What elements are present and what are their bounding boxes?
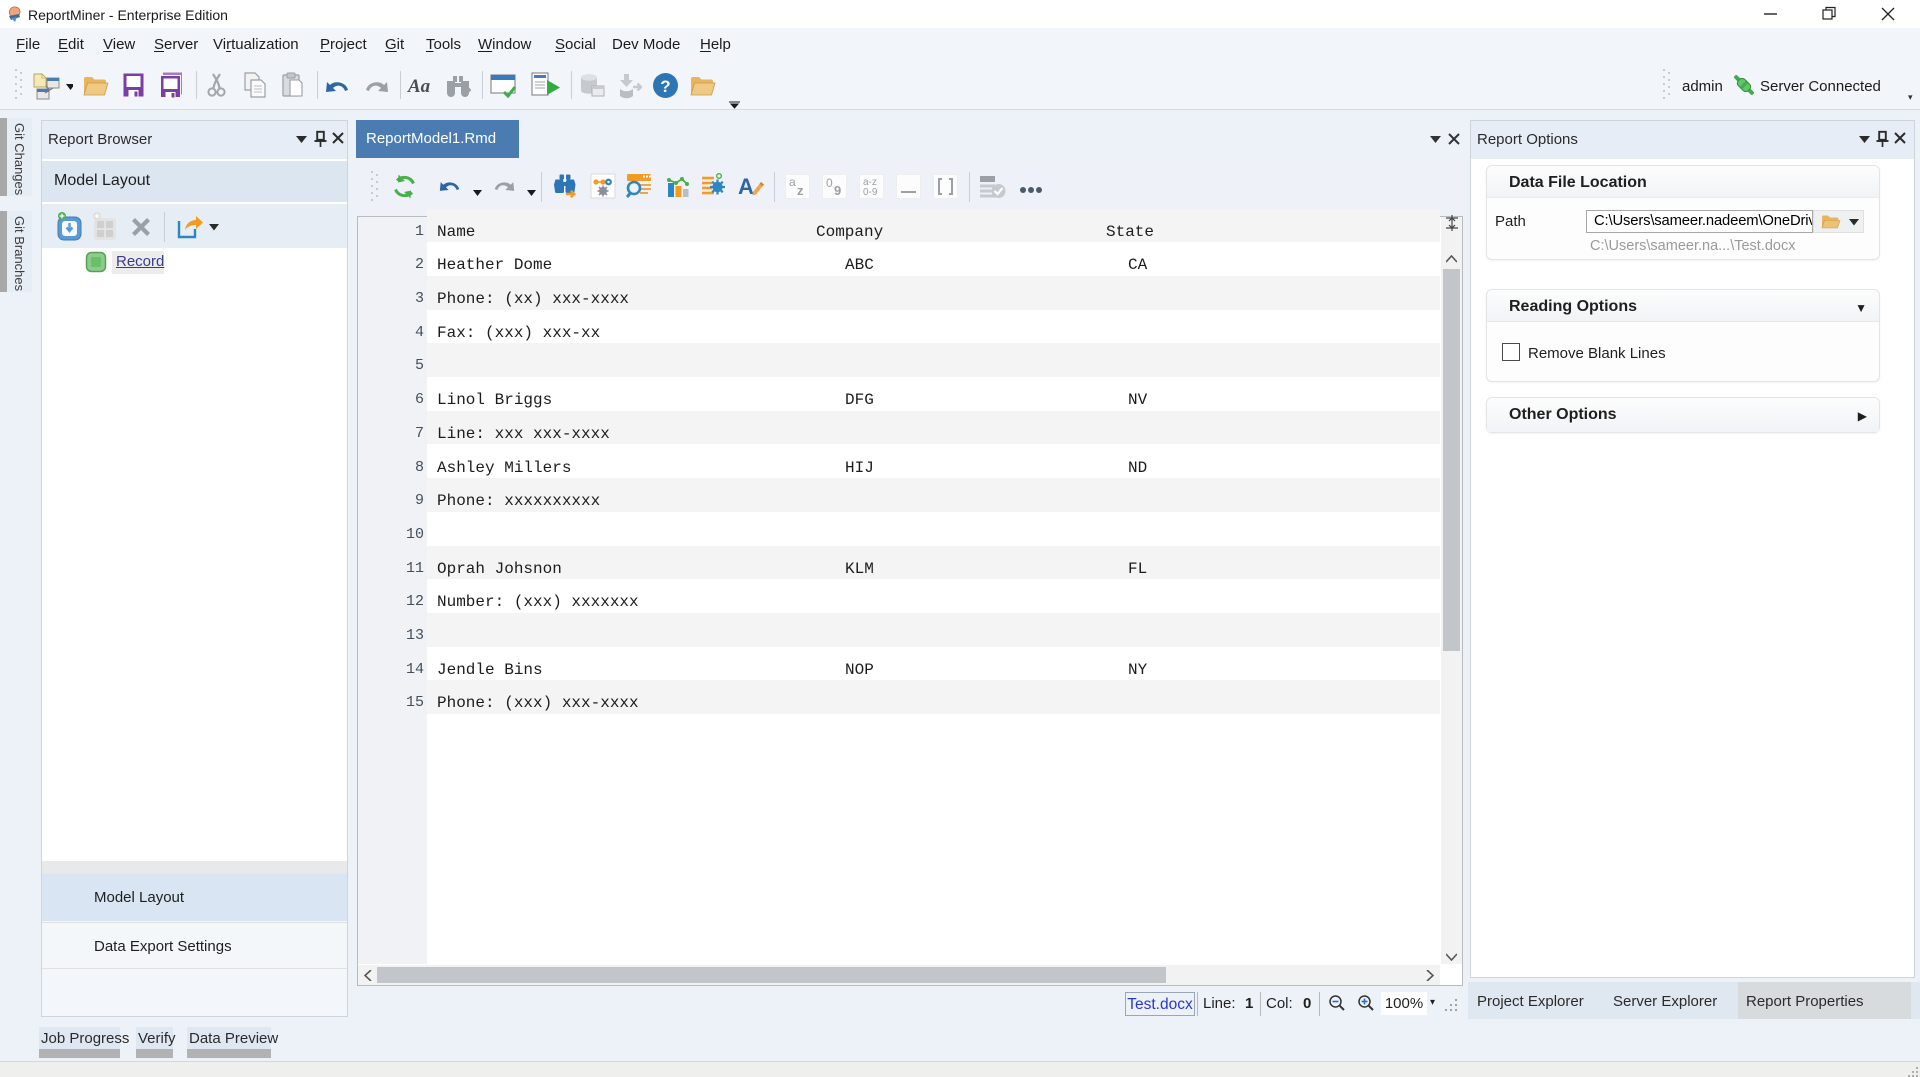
svg-text:z: z	[797, 183, 804, 198]
svg-text:9: 9	[834, 183, 841, 198]
svg-text:0-9: 0-9	[863, 187, 878, 198]
svg-text:Aa: Aa	[407, 76, 431, 97]
svg-text:a: a	[789, 175, 796, 189]
svg-text:A: A	[738, 174, 754, 199]
svg-text:?: ?	[660, 77, 670, 96]
svg-text:0: 0	[826, 176, 833, 190]
